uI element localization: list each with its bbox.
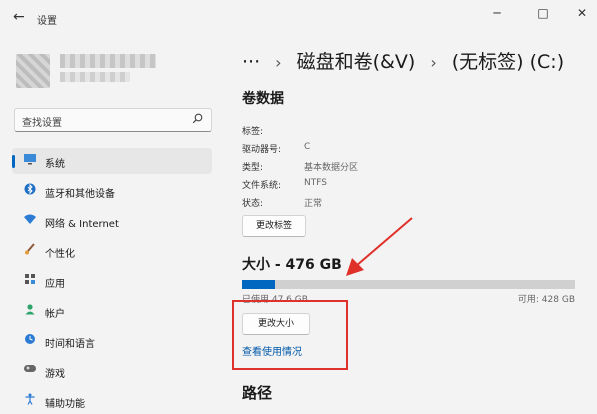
- sidebar-item-personalization[interactable]: 个性化: [12, 238, 212, 264]
- sidebar-item-gaming[interactable]: 游戏: [12, 358, 212, 384]
- sidebar-item-label: 个性化: [45, 249, 75, 260]
- sidebar-item-system[interactable]: 系统: [12, 148, 212, 174]
- prop-value: NTFS: [304, 178, 327, 188]
- clock-globe-icon: [23, 333, 37, 347]
- minimize-icon[interactable]: ─: [487, 6, 507, 20]
- sidebar-item-label: 游戏: [45, 369, 65, 380]
- account-email-redacted: [60, 72, 130, 82]
- avatar[interactable]: [16, 54, 50, 88]
- prop-label: 驱动器号:: [242, 145, 282, 155]
- sidebar-item-label: 蓝牙和其他设备: [45, 189, 115, 200]
- sidebar-item-label: 系统: [45, 159, 65, 170]
- change-label-button[interactable]: 更改标签: [242, 215, 306, 237]
- maximize-icon[interactable]: □: [533, 6, 553, 20]
- sidebar-item-label: 帐户: [45, 309, 65, 320]
- prop-label: 文件系统:: [242, 181, 282, 191]
- monitor-icon: [23, 153, 37, 167]
- sidebar-item-label: 时间和语言: [45, 339, 95, 350]
- prop-value: 正常: [304, 199, 323, 209]
- gamepad-icon: [23, 363, 37, 377]
- free-space-text: 可用: 428 GB: [517, 295, 575, 305]
- brush-icon: [23, 243, 37, 257]
- sidebar-item-apps[interactable]: 应用: [12, 268, 212, 294]
- title-bar: ← 设置 ─ □ ✕: [0, 0, 597, 36]
- selection-indicator: [12, 155, 15, 168]
- bluetooth-icon: [23, 183, 37, 197]
- prop-value: 基本数据分区: [304, 163, 359, 173]
- size-heading: 大小 - 476 GB: [242, 257, 342, 273]
- breadcrumb: ··· › 磁盘和卷(&V) › (无标签) (C:): [242, 47, 564, 74]
- sidebar-item-label: 网络 & Internet: [45, 219, 119, 230]
- annotation-highlight-box: [232, 300, 348, 370]
- sidebar-item-bluetooth[interactable]: 蓝牙和其他设备: [12, 178, 212, 204]
- usage-bar-fill: [242, 280, 276, 289]
- sidebar-item-label: 辅助功能: [45, 399, 85, 410]
- breadcrumb-more-button[interactable]: ···: [242, 51, 260, 73]
- sidebar-item-network[interactable]: 网络 & Internet: [12, 208, 212, 234]
- main-content: ··· › 磁盘和卷(&V) › (无标签) (C:) 卷数据 标签: 驱动器号…: [226, 36, 597, 402]
- prop-label: 标签:: [242, 127, 264, 137]
- sidebar-item-accounts[interactable]: 帐户: [12, 298, 212, 324]
- person-icon: [23, 303, 37, 317]
- prop-label: 类型:: [242, 163, 264, 173]
- prop-label: 状态:: [242, 199, 264, 209]
- volume-data-heading: 卷数据: [242, 91, 284, 107]
- annotation-arrow-icon: [346, 217, 413, 276]
- sidebar-item-time-language[interactable]: 时间和语言: [12, 328, 212, 354]
- back-arrow-icon[interactable]: ←: [13, 9, 25, 25]
- breadcrumb-separator: ›: [275, 53, 282, 72]
- sidebar: 查找设置 系统 蓝牙和其他设备 网络 & Internet 个性化 应用 帐户 …: [0, 36, 226, 410]
- apps-icon: [23, 273, 37, 287]
- breadcrumb-separator: ›: [430, 53, 437, 72]
- sidebar-item-label: 应用: [45, 279, 65, 290]
- page-title: (无标签) (C:): [451, 51, 565, 73]
- search-placeholder: 查找设置: [22, 118, 62, 129]
- account-name-redacted: [60, 54, 156, 68]
- sidebar-item-accessibility[interactable]: 辅助功能: [12, 388, 212, 414]
- app-title: 设置: [37, 16, 57, 27]
- search-icon[interactable]: [192, 113, 203, 127]
- close-icon[interactable]: ✕: [572, 6, 592, 20]
- accessibility-icon: [23, 393, 37, 407]
- search-input[interactable]: 查找设置: [14, 108, 212, 132]
- prop-value: C: [304, 142, 311, 152]
- breadcrumb-disks-volumes[interactable]: 磁盘和卷(&V): [297, 51, 416, 73]
- wifi-icon: [23, 213, 37, 227]
